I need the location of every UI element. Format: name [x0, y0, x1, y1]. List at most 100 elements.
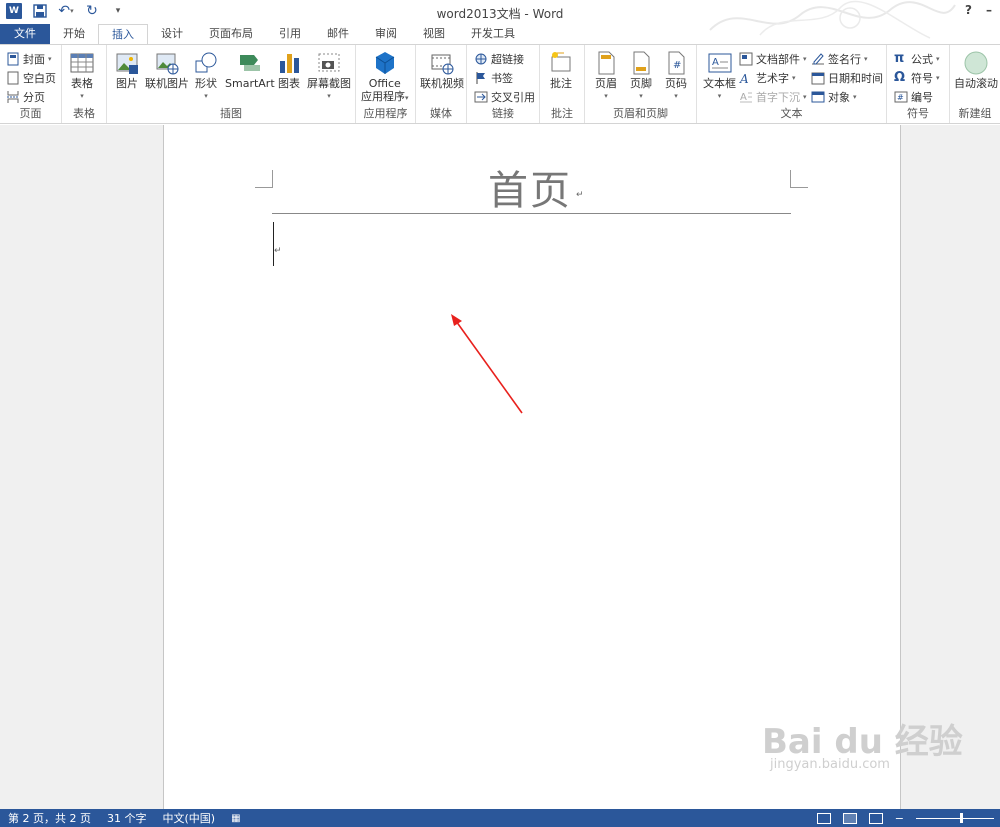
symbol-label: 符号: [911, 72, 933, 85]
header-button[interactable]: 页眉 ▾: [594, 51, 618, 103]
object-icon: [811, 91, 825, 103]
bookmark-button[interactable]: 书签: [474, 70, 513, 86]
zoom-out-icon[interactable]: −: [895, 812, 904, 825]
group-illustrations: 图片 联机图片 形状 ▾ SmartArt 图表 屏幕截图 ▾ 插图: [107, 45, 356, 123]
cross-reference-button[interactable]: 交叉引用: [474, 89, 535, 105]
print-layout-icon[interactable]: [842, 812, 857, 824]
hyperlink-label: 超链接: [491, 53, 524, 66]
cover-page-icon: [7, 52, 19, 66]
online-video-button[interactable]: 联机视频: [420, 51, 464, 90]
smartart-label: SmartArt: [225, 77, 275, 90]
web-layout-icon[interactable]: [868, 812, 883, 824]
smartart-button[interactable]: SmartArt: [225, 51, 275, 90]
group-tables: 表格 ▾ 表格: [62, 45, 107, 123]
tab-home[interactable]: 开始: [50, 24, 98, 44]
group-text: A 文本框 ▾ 文档部件 ▾ A 艺术字 ▾ A 首字下沉 ▾ 签名行 ▾ 日期…: [697, 45, 887, 123]
picture-button[interactable]: 图片: [115, 51, 139, 90]
date-time-label: 日期和时间: [828, 72, 883, 85]
footer-icon: [633, 51, 650, 75]
office-apps-button[interactable]: Office 应用程序▾: [361, 51, 409, 105]
auto-scroll-button[interactable]: 自动滚动: [954, 51, 998, 90]
picture-icon: [116, 53, 138, 74]
quick-parts-icon: [739, 52, 753, 66]
tab-references[interactable]: 引用: [266, 24, 314, 44]
zoom-slider[interactable]: [916, 812, 994, 823]
header-label: 页眉: [595, 77, 617, 90]
tab-mailings[interactable]: 邮件: [314, 24, 362, 44]
equation-button[interactable]: π 公式 ▾: [894, 51, 940, 67]
quick-parts-button[interactable]: 文档部件 ▾: [739, 51, 807, 67]
macro-record-icon[interactable]: ▦: [223, 813, 248, 824]
chart-label: 图表: [278, 77, 300, 90]
header-title[interactable]: 首页: [488, 158, 572, 216]
wordart-label: 艺术字: [756, 72, 789, 85]
group-new: 自动滚动 新建组: [950, 45, 1000, 123]
bookmark-icon: [476, 72, 485, 84]
dropcap-label: 首字下沉: [756, 91, 800, 104]
word-count-status[interactable]: 31 个字: [99, 810, 155, 826]
group-links: 超链接 书签 交叉引用 链接: [467, 45, 540, 123]
table-button[interactable]: 表格 ▾: [70, 51, 94, 103]
table-icon: [70, 53, 94, 73]
office-apps-icon: [375, 52, 395, 74]
ribbon: 封面 ▾ 空白页 分页 页面 表格 ▾ 表格 图片 联机图片 形状 ▾ Smar…: [0, 44, 1000, 124]
page-count-status[interactable]: 第 2 页，共 2 页: [0, 810, 99, 826]
status-bar: 第 2 页，共 2 页 31 个字 中文(中国) ▦ −: [0, 809, 1000, 827]
blank-page-button[interactable]: 空白页: [6, 70, 56, 86]
new-comment-button[interactable]: 批注: [549, 51, 573, 90]
read-mode-icon[interactable]: [816, 812, 831, 824]
tab-review[interactable]: 审阅: [362, 24, 410, 44]
online-picture-button[interactable]: 联机图片: [145, 51, 189, 90]
page-number-button[interactable]: # 页码 ▾: [664, 51, 688, 103]
group-header-footer: 页眉 ▾ 页脚 ▾ # 页码 ▾ 页眉和页脚: [585, 45, 697, 123]
tab-page-layout[interactable]: 页面布局: [196, 24, 266, 44]
number-button[interactable]: # 编号: [894, 89, 933, 105]
page-break-button[interactable]: 分页: [6, 89, 45, 105]
hyperlink-icon: [475, 53, 487, 65]
comment-icon: [551, 52, 571, 72]
chart-button[interactable]: 图表: [277, 51, 301, 90]
online-video-label: 联机视频: [420, 77, 464, 90]
textbox-button[interactable]: A 文本框 ▾: [703, 51, 736, 103]
svg-text:#: #: [897, 93, 904, 102]
new-comment-label: 批注: [550, 77, 572, 90]
equation-label: 公式: [911, 53, 933, 66]
footer-button[interactable]: 页脚 ▾: [629, 51, 653, 103]
cross-reference-icon: [474, 91, 488, 103]
cover-page-button[interactable]: 封面 ▾: [6, 51, 52, 67]
auto-scroll-icon: [964, 51, 988, 75]
date-time-button[interactable]: 日期和时间: [811, 70, 883, 86]
language-status[interactable]: 中文(中国): [154, 810, 223, 826]
dropcap-button[interactable]: A 首字下沉 ▾: [739, 89, 807, 105]
group-media: 联机视频 媒体: [416, 45, 467, 123]
ribbon-tabs: 文件 开始 插入 设计 页面布局 引用 邮件 审阅 视图 开发工具: [0, 24, 1000, 44]
group-media-label: 媒体: [430, 107, 452, 120]
object-button[interactable]: 对象 ▾: [811, 89, 857, 105]
smartart-icon: [239, 55, 260, 71]
cross-reference-label: 交叉引用: [491, 91, 535, 104]
tab-insert[interactable]: 插入: [98, 24, 148, 44]
tab-view[interactable]: 视图: [410, 24, 458, 44]
symbol-button[interactable]: Ω 符号 ▾: [894, 70, 940, 86]
left-gutter: [0, 125, 163, 809]
tab-design[interactable]: 设计: [148, 24, 196, 44]
hyperlink-button[interactable]: 超链接: [474, 51, 524, 67]
textbox-icon: A: [708, 53, 731, 73]
quick-parts-label: 文档部件: [756, 53, 800, 66]
tab-developer[interactable]: 开发工具: [458, 24, 528, 44]
wordart-button[interactable]: A 艺术字 ▾: [739, 70, 796, 86]
number-label: 编号: [911, 91, 933, 104]
tab-file[interactable]: 文件: [0, 24, 50, 44]
svg-text:A: A: [740, 92, 747, 103]
signature-line-button[interactable]: 签名行 ▾: [811, 51, 868, 67]
group-symbols-label: 符号: [907, 107, 929, 120]
minimize-button[interactable]: –: [986, 3, 992, 17]
group-apps: Office 应用程序▾ 应用程序: [356, 45, 416, 123]
body-paragraph-mark: ↵: [274, 246, 282, 256]
screenshot-button[interactable]: 屏幕截图 ▾: [307, 51, 351, 103]
shapes-button[interactable]: 形状 ▾: [194, 51, 218, 103]
group-text-label: 文本: [780, 107, 803, 120]
zoom-slider-thumb[interactable]: [960, 812, 963, 823]
help-button[interactable]: ?: [965, 3, 972, 17]
wordart-icon: A: [739, 72, 749, 85]
